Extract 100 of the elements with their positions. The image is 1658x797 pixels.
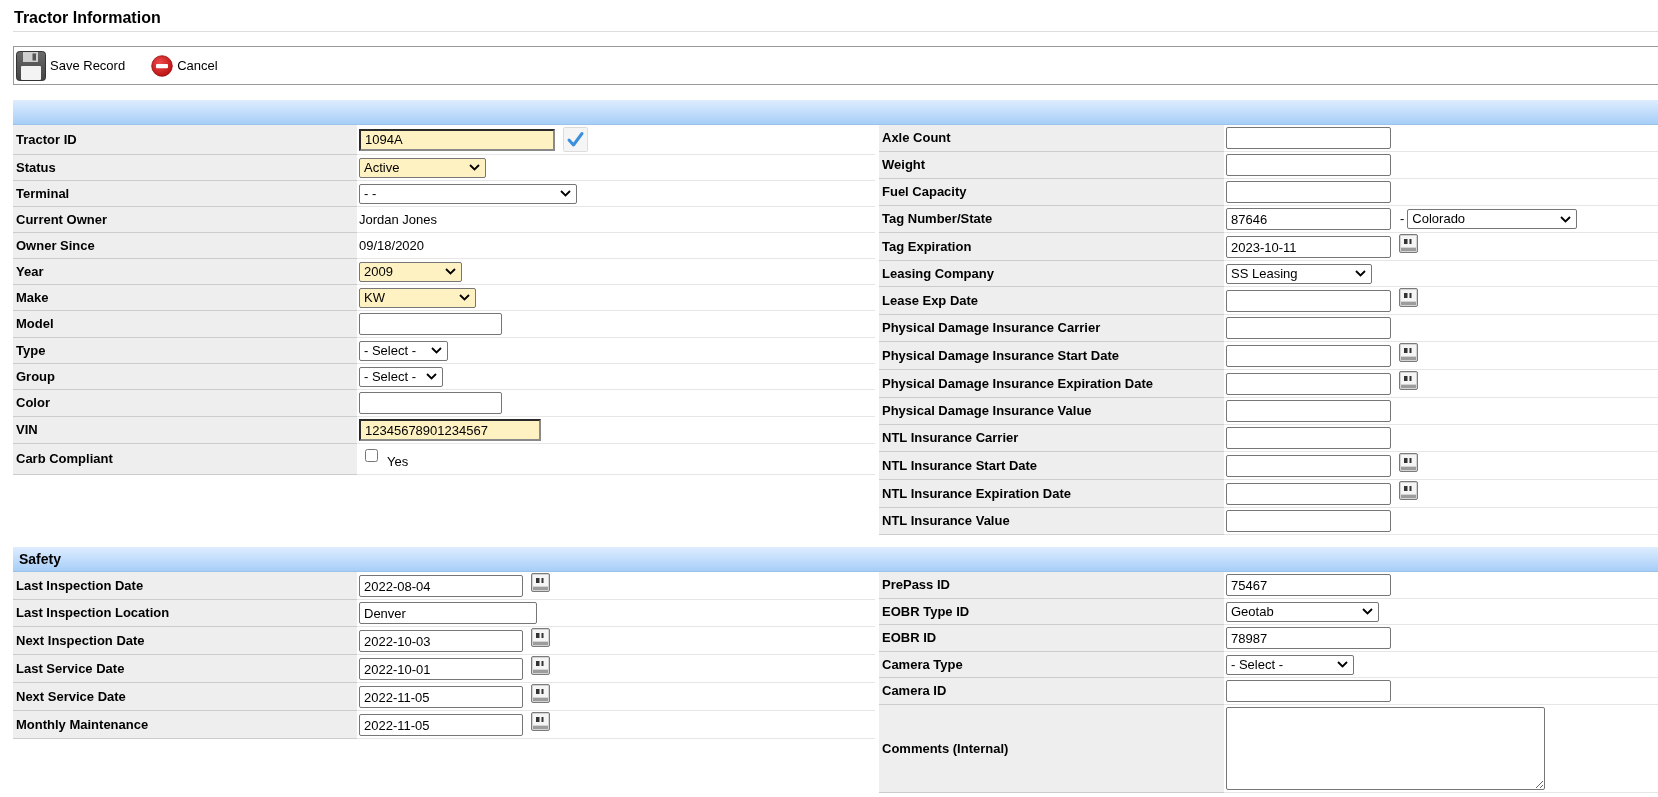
dropdown[interactable]: 2009 — [359, 261, 462, 282]
date-field[interactable]: 2022-08-04 — [359, 575, 523, 597]
dropdown[interactable]: SS Leasing — [1226, 263, 1372, 284]
text-field[interactable] — [1226, 400, 1391, 422]
field-label: Current Owner — [13, 207, 357, 233]
field-label: Camera Type — [879, 652, 1224, 678]
field-label: NTL Insurance Value — [879, 508, 1224, 535]
field-label: Last Service Date — [13, 655, 357, 683]
field-label: EOBR ID — [879, 625, 1224, 652]
text-field[interactable]: 78987 — [1226, 627, 1391, 649]
field-label: NTL Insurance Expiration Date — [879, 480, 1224, 508]
field-label: Last Inspection Location — [13, 600, 357, 627]
field-label: NTL Insurance Start Date — [879, 452, 1224, 480]
dropdown[interactable]: - Select - — [359, 366, 443, 387]
calendar-icon[interactable] — [1399, 234, 1418, 253]
date-field[interactable] — [1226, 455, 1391, 477]
text-field[interactable]: Denver — [359, 602, 537, 624]
calendar-icon[interactable] — [531, 712, 550, 731]
text-field[interactable]: 75467 — [1226, 574, 1391, 596]
dropdown[interactable]: - Select - — [359, 340, 448, 361]
text-field[interactable] — [1226, 181, 1391, 203]
calendar-icon[interactable] — [531, 656, 550, 675]
dropdown[interactable]: - - — [359, 183, 577, 204]
text-field[interactable] — [1226, 427, 1391, 449]
dropdown[interactable]: KW — [359, 287, 476, 308]
chevron-icon — [1337, 661, 1348, 668]
calendar-icon[interactable] — [1399, 453, 1418, 472]
field-label: EOBR Type ID — [879, 599, 1224, 625]
field-value: 09/18/2020 — [359, 236, 425, 255]
chevron-icon — [426, 373, 437, 380]
text-field[interactable] — [1226, 510, 1391, 532]
field-label: Last Inspection Date — [13, 572, 357, 600]
date-field[interactable] — [1226, 373, 1391, 395]
text-field[interactable] — [1226, 154, 1391, 176]
dropdown[interactable]: Colorado — [1407, 209, 1578, 229]
date-field[interactable] — [1226, 290, 1391, 312]
save-button[interactable]: Save Record — [16, 50, 126, 81]
calendar-icon[interactable] — [531, 628, 550, 647]
dropdown[interactable]: Geotab — [1226, 601, 1379, 622]
date-field[interactable] — [1226, 345, 1391, 367]
section-header: Safety — [13, 547, 1658, 572]
text-field[interactable] — [1226, 317, 1391, 339]
field-label: Axle Count — [879, 125, 1224, 152]
text-field[interactable] — [359, 313, 502, 335]
date-field[interactable]: 2023-10-11 — [1226, 236, 1391, 258]
field-label: Make — [13, 285, 357, 311]
dash-separator: - — [1400, 210, 1405, 229]
field-label: Camera ID — [879, 678, 1224, 705]
chevron-icon — [560, 190, 571, 197]
date-field[interactable]: 2022-11-05 — [359, 686, 523, 708]
field-label: Leasing Company — [879, 261, 1224, 287]
text-field[interactable] — [1226, 680, 1391, 702]
text-area[interactable] — [1226, 707, 1545, 790]
calendar-icon[interactable] — [531, 573, 550, 592]
text-field[interactable]: 87646 — [1226, 208, 1391, 230]
field-label: Lease Exp Date — [879, 287, 1224, 315]
text-field[interactable]: 1094A — [359, 128, 555, 151]
checkbox-label[interactable]: Yes — [387, 452, 409, 472]
cancel-button[interactable]: Cancel — [151, 54, 218, 77]
field-label: Physical Damage Insurance Start Date — [879, 342, 1224, 370]
field-label: Owner Since — [13, 233, 357, 259]
chevron-icon — [469, 164, 480, 171]
field-label: Physical Damage Insurance Expiration Date — [879, 370, 1224, 398]
date-field[interactable]: 2022-10-03 — [359, 630, 523, 652]
calendar-icon[interactable] — [1399, 288, 1418, 307]
dropdown[interactable]: - Select - — [1226, 654, 1354, 675]
field-label: Next Inspection Date — [13, 627, 357, 655]
page-title: Tractor Information — [13, 0, 1658, 32]
field-label: NTL Insurance Carrier — [879, 425, 1224, 452]
chevron-icon — [431, 347, 442, 354]
chevron-icon — [445, 268, 456, 275]
calendar-icon[interactable] — [1399, 371, 1418, 390]
field-label: Type — [13, 338, 357, 364]
field-label: Physical Damage Insurance Carrier — [879, 315, 1224, 342]
field-label: Group — [13, 364, 357, 390]
text-field[interactable] — [1226, 127, 1391, 149]
field-label: Fuel Capacity — [879, 179, 1224, 206]
date-field[interactable]: 2022-10-01 — [359, 658, 523, 680]
field-label: Weight — [879, 152, 1224, 179]
chevron-icon — [1355, 270, 1366, 277]
calendar-icon[interactable] — [1399, 481, 1418, 500]
field-label: VIN — [13, 417, 357, 444]
date-field[interactable]: 2022-11-05 — [359, 714, 523, 736]
date-field[interactable] — [1226, 483, 1391, 505]
calendar-icon[interactable] — [531, 684, 550, 703]
checkbox[interactable] — [365, 449, 378, 463]
field-label: Comments (Internal) — [879, 705, 1224, 793]
field-label: Carb Compliant — [13, 444, 357, 475]
calendar-icon[interactable] — [1399, 343, 1418, 362]
text-field[interactable] — [359, 392, 502, 414]
field-label: Terminal — [13, 181, 357, 207]
field-label: Physical Damage Insurance Value — [879, 398, 1224, 425]
field-label: Next Service Date — [13, 683, 357, 711]
field-label: PrePass ID — [879, 572, 1224, 599]
dropdown[interactable]: Active — [359, 157, 486, 178]
text-field[interactable]: 12345678901234567 — [359, 419, 541, 441]
field-label: Status — [13, 155, 357, 181]
minus-circle-icon — [151, 54, 174, 77]
field-label: Model — [13, 311, 357, 338]
chevron-icon — [459, 294, 470, 301]
